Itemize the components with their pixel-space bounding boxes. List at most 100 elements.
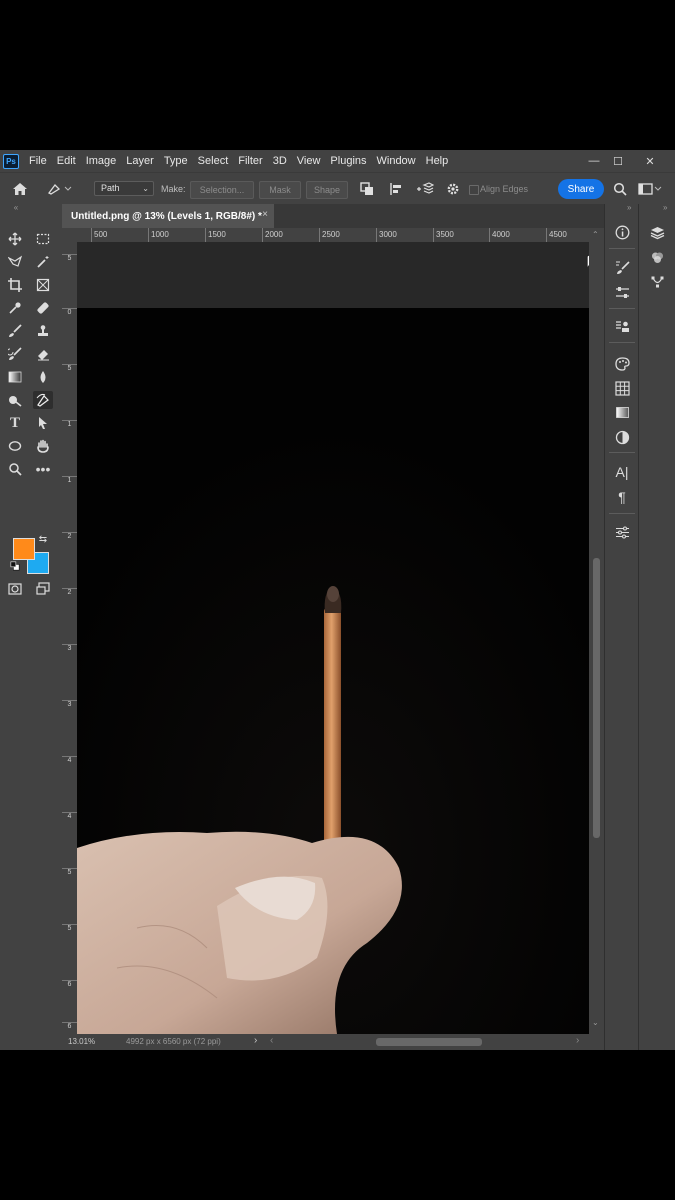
search-icon[interactable] [613, 173, 627, 205]
expand-panels-icon[interactable]: » [627, 203, 631, 212]
panel-divider [609, 342, 635, 343]
align-edges-checkbox[interactable] [469, 185, 479, 195]
layer-comps-icon[interactable] [611, 316, 633, 336]
swatches-icon[interactable] [611, 378, 633, 398]
tools-panel: « T ••• ⇆ [0, 203, 62, 1050]
paragraph-icon[interactable]: ¶ [611, 487, 633, 507]
magic-wand-tool-icon[interactable] [33, 253, 53, 271]
collapsed-layers-column: » [638, 203, 675, 1050]
make-selection-button[interactable]: Selection... [190, 181, 254, 199]
chevron-down-icon: ⌄ [142, 184, 149, 193]
screen-mode-icon[interactable] [33, 580, 53, 598]
menu-help[interactable]: Help [421, 155, 454, 167]
left-ruler[interactable]: 5 0 5 1 1 2 2 3 3 4 4 5 5 6 6 [62, 242, 78, 1034]
quick-mask-icon[interactable] [5, 580, 25, 598]
eraser-tool-icon[interactable] [33, 345, 53, 363]
close-window-button[interactable]: ✕ [637, 150, 663, 172]
foreground-color-swatch[interactable] [13, 538, 35, 560]
menu-image[interactable]: Image [81, 155, 122, 167]
maximize-button[interactable]: ☐ [605, 150, 631, 172]
scroll-up-icon[interactable]: ⌃ [592, 230, 599, 239]
status-bar: 13.01% 4992 px x 6560 px (72 ppi) › ‹ › [62, 1034, 604, 1050]
workspace-icon[interactable] [638, 173, 662, 205]
blur-tool-icon[interactable] [33, 368, 53, 386]
vertical-scrollbar[interactable]: ⌃ ⌄ [589, 228, 604, 1034]
scroll-left-icon[interactable]: ‹ [270, 1035, 273, 1046]
collapse-toolbar-icon[interactable]: « [6, 203, 26, 212]
type-tool-icon[interactable]: T [5, 414, 25, 432]
eyedropper-tool-icon[interactable] [5, 299, 25, 317]
dodge-tool-icon[interactable] [5, 391, 25, 409]
horizontal-scroll-thumb[interactable] [376, 1038, 482, 1046]
ruler-label: 4000 [489, 228, 510, 242]
menu-window[interactable]: Window [372, 155, 421, 167]
paths-icon[interactable] [646, 272, 668, 292]
menu-type[interactable]: Type [159, 155, 193, 167]
marquee-tool-icon[interactable] [33, 230, 53, 248]
ruler-label: 2 [62, 588, 77, 597]
curvature-pen-tool-icon[interactable] [33, 391, 53, 409]
pen-tool-preset-icon[interactable] [46, 173, 72, 205]
path-operations-icon[interactable] [360, 173, 374, 205]
scroll-down-icon[interactable]: ⌄ [592, 1018, 599, 1027]
path-alignment-icon[interactable] [389, 173, 403, 205]
menu-filter[interactable]: Filter [233, 155, 267, 167]
history-brush-tool-icon[interactable] [5, 345, 25, 363]
menu-3d[interactable]: 3D [268, 155, 292, 167]
ruler-label: 2 [62, 532, 77, 541]
gear-icon[interactable] [446, 173, 460, 205]
frame-tool-icon[interactable] [33, 276, 53, 294]
photoshop-window: Ps File Edit Image Layer Type Select Fil… [0, 150, 675, 1050]
menu-edit[interactable]: Edit [52, 155, 81, 167]
home-icon[interactable] [12, 173, 28, 205]
more-tools-icon[interactable]: ••• [33, 460, 53, 478]
default-colors-icon[interactable] [9, 560, 21, 572]
properties-icon[interactable] [611, 522, 633, 542]
color-palette-icon[interactable] [611, 353, 633, 373]
ruler-origin[interactable] [62, 228, 77, 242]
character-icon[interactable]: A| [611, 462, 633, 482]
brush-settings-icon[interactable] [611, 257, 633, 277]
crop-tool-icon[interactable] [5, 276, 25, 294]
path-selection-tool-icon[interactable] [33, 414, 53, 432]
lasso-tool-icon[interactable] [5, 253, 25, 271]
minimize-button[interactable]: — [581, 150, 607, 172]
document-tab[interactable]: Untitled.png @ 13% (Levels 1, RGB/8#) * … [62, 204, 274, 228]
zoom-tool-icon[interactable] [5, 460, 25, 478]
menu-select[interactable]: Select [193, 155, 234, 167]
clone-stamp-tool-icon[interactable] [33, 322, 53, 340]
status-menu-arrow-icon[interactable]: › [254, 1035, 257, 1046]
path-arrangement-icon[interactable] [416, 173, 434, 205]
gradient-tool-icon[interactable] [5, 368, 25, 386]
hand-tool-icon[interactable] [33, 437, 53, 455]
make-shape-button[interactable]: Shape [306, 181, 348, 199]
patterns-icon[interactable] [611, 427, 633, 447]
swap-colors-icon[interactable]: ⇆ [37, 533, 49, 545]
path-mode-select[interactable]: Path ⌄ [94, 181, 154, 196]
expand-layers-icon[interactable]: » [663, 203, 667, 212]
menu-file[interactable]: File [24, 155, 52, 167]
make-mask-button[interactable]: Mask [259, 181, 301, 199]
close-tab-icon[interactable]: × [262, 209, 268, 220]
healing-brush-tool-icon[interactable] [33, 299, 53, 317]
ruler-label: 3000 [376, 228, 397, 242]
layers-icon[interactable] [646, 222, 668, 242]
document-canvas[interactable] [77, 308, 589, 1034]
info-icon[interactable] [611, 222, 633, 242]
zoom-level[interactable]: 13.01% [68, 1037, 95, 1046]
scroll-right-icon[interactable]: › [576, 1035, 579, 1046]
adjustments-icon[interactable] [611, 282, 633, 302]
channels-icon[interactable] [646, 247, 668, 267]
top-ruler[interactable]: 500 1000 1500 2000 2500 3000 3500 4000 4… [77, 228, 590, 243]
ruler-label: 5 [62, 254, 77, 263]
vertical-scroll-thumb[interactable] [593, 558, 600, 838]
menu-layer[interactable]: Layer [121, 155, 159, 167]
menu-plugins[interactable]: Plugins [325, 155, 371, 167]
move-tool-icon[interactable] [5, 230, 25, 248]
ellipse-tool-icon[interactable] [5, 437, 25, 455]
gradients-icon[interactable] [611, 402, 633, 422]
share-button[interactable]: Share [558, 179, 604, 199]
ruler-label: 4500 [546, 228, 567, 242]
menu-view[interactable]: View [292, 155, 326, 167]
brush-tool-icon[interactable] [5, 322, 25, 340]
